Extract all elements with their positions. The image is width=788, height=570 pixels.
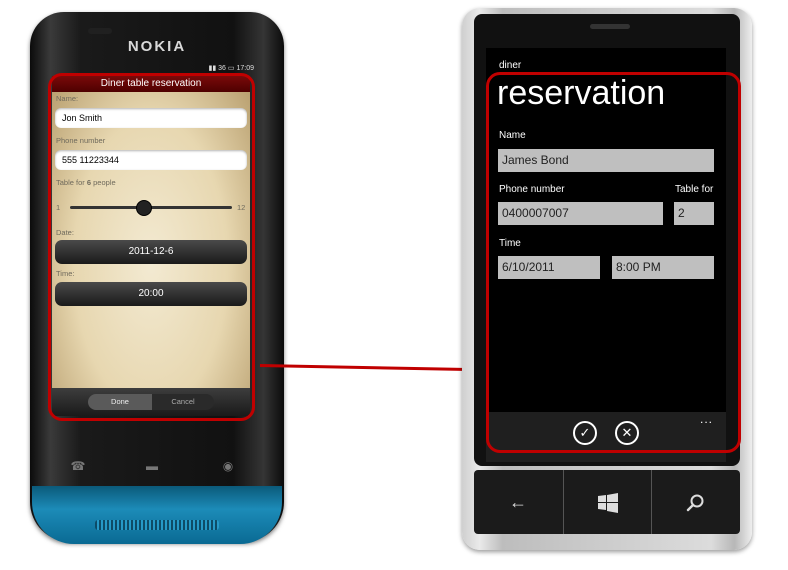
search-icon[interactable]: [652, 470, 740, 534]
back-arrow-icon[interactable]: ←: [474, 470, 562, 534]
signal-icon: ▮▮: [208, 65, 217, 72]
status-time: 17:09: [236, 65, 254, 72]
nokia-highlight-frame: [48, 73, 255, 421]
menu-key-icon[interactable]: ▬: [132, 456, 172, 476]
app-name: diner: [499, 60, 522, 71]
nokia-speaker-grill: [95, 520, 219, 530]
status-signal: 36: [218, 65, 226, 72]
battery-icon: ▭: [227, 65, 235, 72]
windows-phone-earpiece: [590, 24, 630, 29]
windows-phone-hardware-buttons: ←: [474, 470, 740, 534]
windows-phone-highlight-frame: [486, 72, 741, 453]
nokia-hardware-keys: ☎ ▬ ◉: [52, 456, 262, 478]
camera-key-icon[interactable]: ◉: [208, 456, 248, 476]
windows-logo-icon[interactable]: [564, 470, 652, 534]
nokia-brand-logo: NOKIA: [127, 38, 187, 55]
nokia-blue-base: [32, 486, 282, 544]
connector-line: [259, 364, 488, 372]
nokia-earpiece: [88, 28, 112, 34]
call-key-icon[interactable]: ☎: [58, 456, 98, 476]
